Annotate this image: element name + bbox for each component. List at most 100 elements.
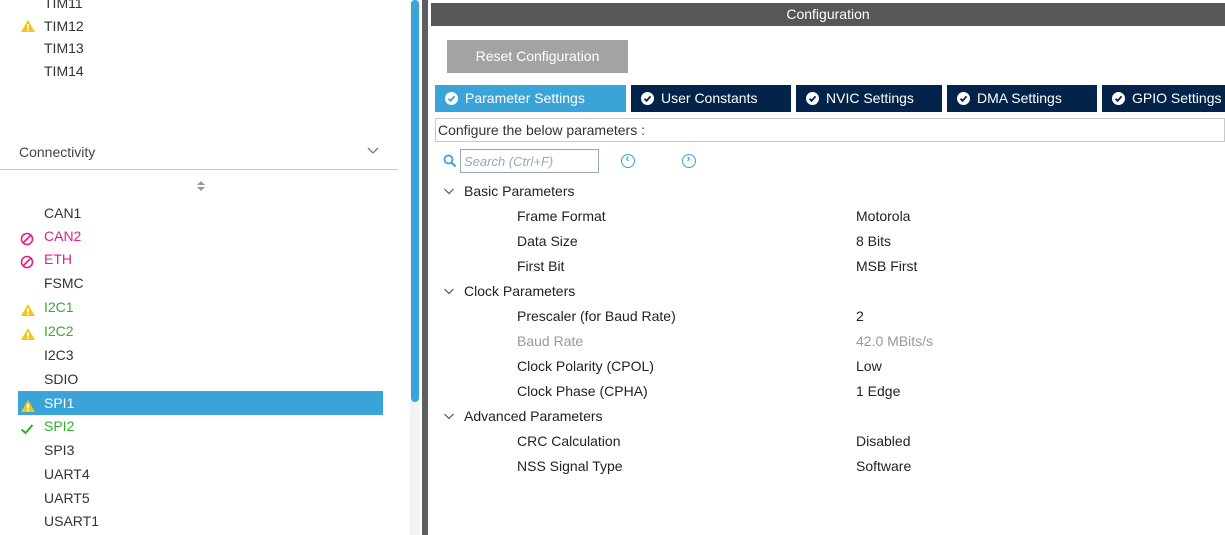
param-row[interactable]: NSS Signal Type Software: [517, 454, 1217, 478]
tree-item-label: TIM14: [44, 63, 84, 79]
tree-item-spi3[interactable]: SPI3: [18, 438, 383, 462]
tab-label: User Constants: [661, 90, 758, 106]
peripheral-tree-panel: TIM11 TIM12 TIM13 TIM14 Connectivity CAN…: [0, 0, 410, 535]
sort-icon[interactable]: [196, 180, 206, 193]
param-value[interactable]: 2: [856, 304, 864, 328]
category-title: Connectivity: [19, 144, 96, 160]
tree-item-uart5[interactable]: UART5: [18, 486, 383, 510]
tab-label: GPIO Settings: [1132, 90, 1222, 106]
tree-item-spi1[interactable]: SPI1: [18, 391, 383, 415]
vertical-scrollbar[interactable]: [410, 0, 420, 535]
tab-user-constants[interactable]: User Constants: [631, 85, 791, 112]
warning-icon: [20, 324, 36, 340]
check-circle-icon: [1112, 92, 1125, 105]
disabled-icon: [20, 229, 36, 246]
group-title: Advanced Parameters: [464, 408, 603, 424]
group-title: Basic Parameters: [464, 183, 575, 199]
tree-item-label: CAN2: [44, 228, 82, 244]
tree-item-label: SDIO: [44, 371, 79, 387]
tree-item-sdio[interactable]: SDIO: [18, 367, 383, 391]
chevron-down-icon: [443, 280, 455, 309]
check-icon: [20, 419, 36, 435]
tab-label: NVIC Settings: [826, 90, 914, 106]
check-circle-icon: [806, 92, 819, 105]
group-title: Clock Parameters: [464, 283, 576, 299]
param-row: Baud Rate 42.0 MBits/s: [517, 329, 1217, 353]
panel-splitter[interactable]: [422, 0, 428, 535]
tree-item-label: TIM13: [44, 40, 84, 56]
tree-item-label: SPI1: [44, 395, 75, 411]
tree-item-uart4[interactable]: UART4: [18, 462, 383, 486]
chevron-down-icon: [443, 405, 455, 434]
param-row[interactable]: Clock Polarity (CPOL) Low: [517, 354, 1217, 378]
param-row[interactable]: CRC Calculation Disabled: [517, 429, 1217, 453]
param-name: Data Size: [517, 233, 578, 249]
param-name: NSS Signal Type: [517, 458, 623, 474]
tree-item-fsmc[interactable]: FSMC: [18, 271, 383, 295]
tree-item-label: SPI2: [44, 418, 75, 434]
param-row[interactable]: Clock Phase (CPHA) 1 Edge: [517, 379, 1217, 403]
param-value[interactable]: MSB First: [856, 254, 917, 278]
param-name: Frame Format: [517, 208, 606, 224]
param-value[interactable]: Low: [856, 354, 882, 378]
tree-item-i2c2[interactable]: I2C2: [18, 319, 383, 343]
tab-dma-settings[interactable]: DMA Settings: [947, 85, 1097, 112]
warning-icon: [20, 18, 38, 34]
param-row[interactable]: Frame Format Motorola: [517, 204, 1217, 228]
param-value: 42.0 MBits/s: [856, 333, 934, 349]
tab-parameter-settings[interactable]: Parameter Settings: [435, 85, 626, 112]
check-circle-icon: [445, 92, 458, 105]
tree-item-can2[interactable]: CAN2: [18, 224, 383, 248]
param-row[interactable]: Data Size 8 Bits: [517, 229, 1217, 253]
param-value[interactable]: Software: [856, 454, 911, 478]
param-row[interactable]: First Bit MSB First: [517, 254, 1217, 278]
next-match-button[interactable]: ›: [682, 153, 696, 168]
chevron-down-icon: [366, 144, 380, 159]
tab-gpio-settings[interactable]: GPIO Settings: [1102, 85, 1225, 112]
category-connectivity[interactable]: Connectivity: [0, 138, 398, 170]
configuration-title: Configuration: [431, 3, 1225, 26]
chevron-left-icon: ‹: [625, 153, 630, 165]
tree-item-eth[interactable]: ETH: [18, 247, 383, 271]
check-circle-icon: [641, 92, 654, 105]
tree-item-label: TIM12: [44, 18, 84, 34]
param-value[interactable]: Disabled: [856, 429, 910, 453]
param-row[interactable]: Prescaler (for Baud Rate) 2: [517, 304, 1217, 328]
tree-item-label: CAN1: [44, 205, 82, 221]
tab-label: Parameter Settings: [465, 90, 585, 106]
reset-configuration-button[interactable]: Reset Configuration: [447, 40, 628, 73]
configuration-panel: Configuration Reset Configuration Parame…: [431, 0, 1225, 535]
tree-item-label: I2C2: [44, 323, 74, 339]
settings-tabs: Parameter Settings User Constants NVIC S…: [435, 85, 1225, 112]
param-value[interactable]: 8 Bits: [856, 229, 891, 253]
search-input[interactable]: [460, 149, 599, 173]
tree-item-label: I2C1: [44, 299, 74, 315]
chevron-right-icon: ›: [686, 153, 691, 165]
tree-item-spi2[interactable]: SPI2: [18, 414, 383, 438]
search-icon: [443, 154, 457, 168]
param-value[interactable]: Motorola: [856, 204, 910, 228]
tree-item-label: SPI3: [44, 442, 75, 458]
tree-item-i2c3[interactable]: I2C3: [18, 343, 383, 367]
param-value[interactable]: 1 Edge: [856, 379, 900, 403]
param-name: First Bit: [517, 258, 565, 274]
tree-item-label: FSMC: [44, 275, 84, 291]
configure-instructions: Configure the below parameters :: [435, 118, 1225, 142]
tree-item-label: TIM11: [44, 0, 83, 11]
tree-item-i2c1[interactable]: I2C1: [18, 295, 383, 319]
tree-item-label: ETH: [44, 251, 72, 267]
previous-match-button[interactable]: ‹: [621, 153, 635, 168]
tab-nvic-settings[interactable]: NVIC Settings: [796, 85, 942, 112]
tree-item-usart1[interactable]: USART1: [18, 509, 383, 533]
scrollbar-thumb[interactable]: [411, 0, 419, 402]
tree-item-label: USART1: [44, 513, 99, 529]
check-circle-icon: [957, 92, 970, 105]
tree-item-can1[interactable]: CAN1: [18, 201, 383, 225]
tree-item-label: UART4: [44, 466, 90, 482]
param-name: Clock Phase (CPHA): [517, 383, 648, 399]
param-name: Prescaler (for Baud Rate): [517, 308, 676, 324]
chevron-down-icon: [443, 180, 455, 209]
disabled-icon: [20, 252, 36, 269]
param-name: Baud Rate: [517, 333, 584, 349]
tree-item-label: UART5: [44, 490, 90, 506]
